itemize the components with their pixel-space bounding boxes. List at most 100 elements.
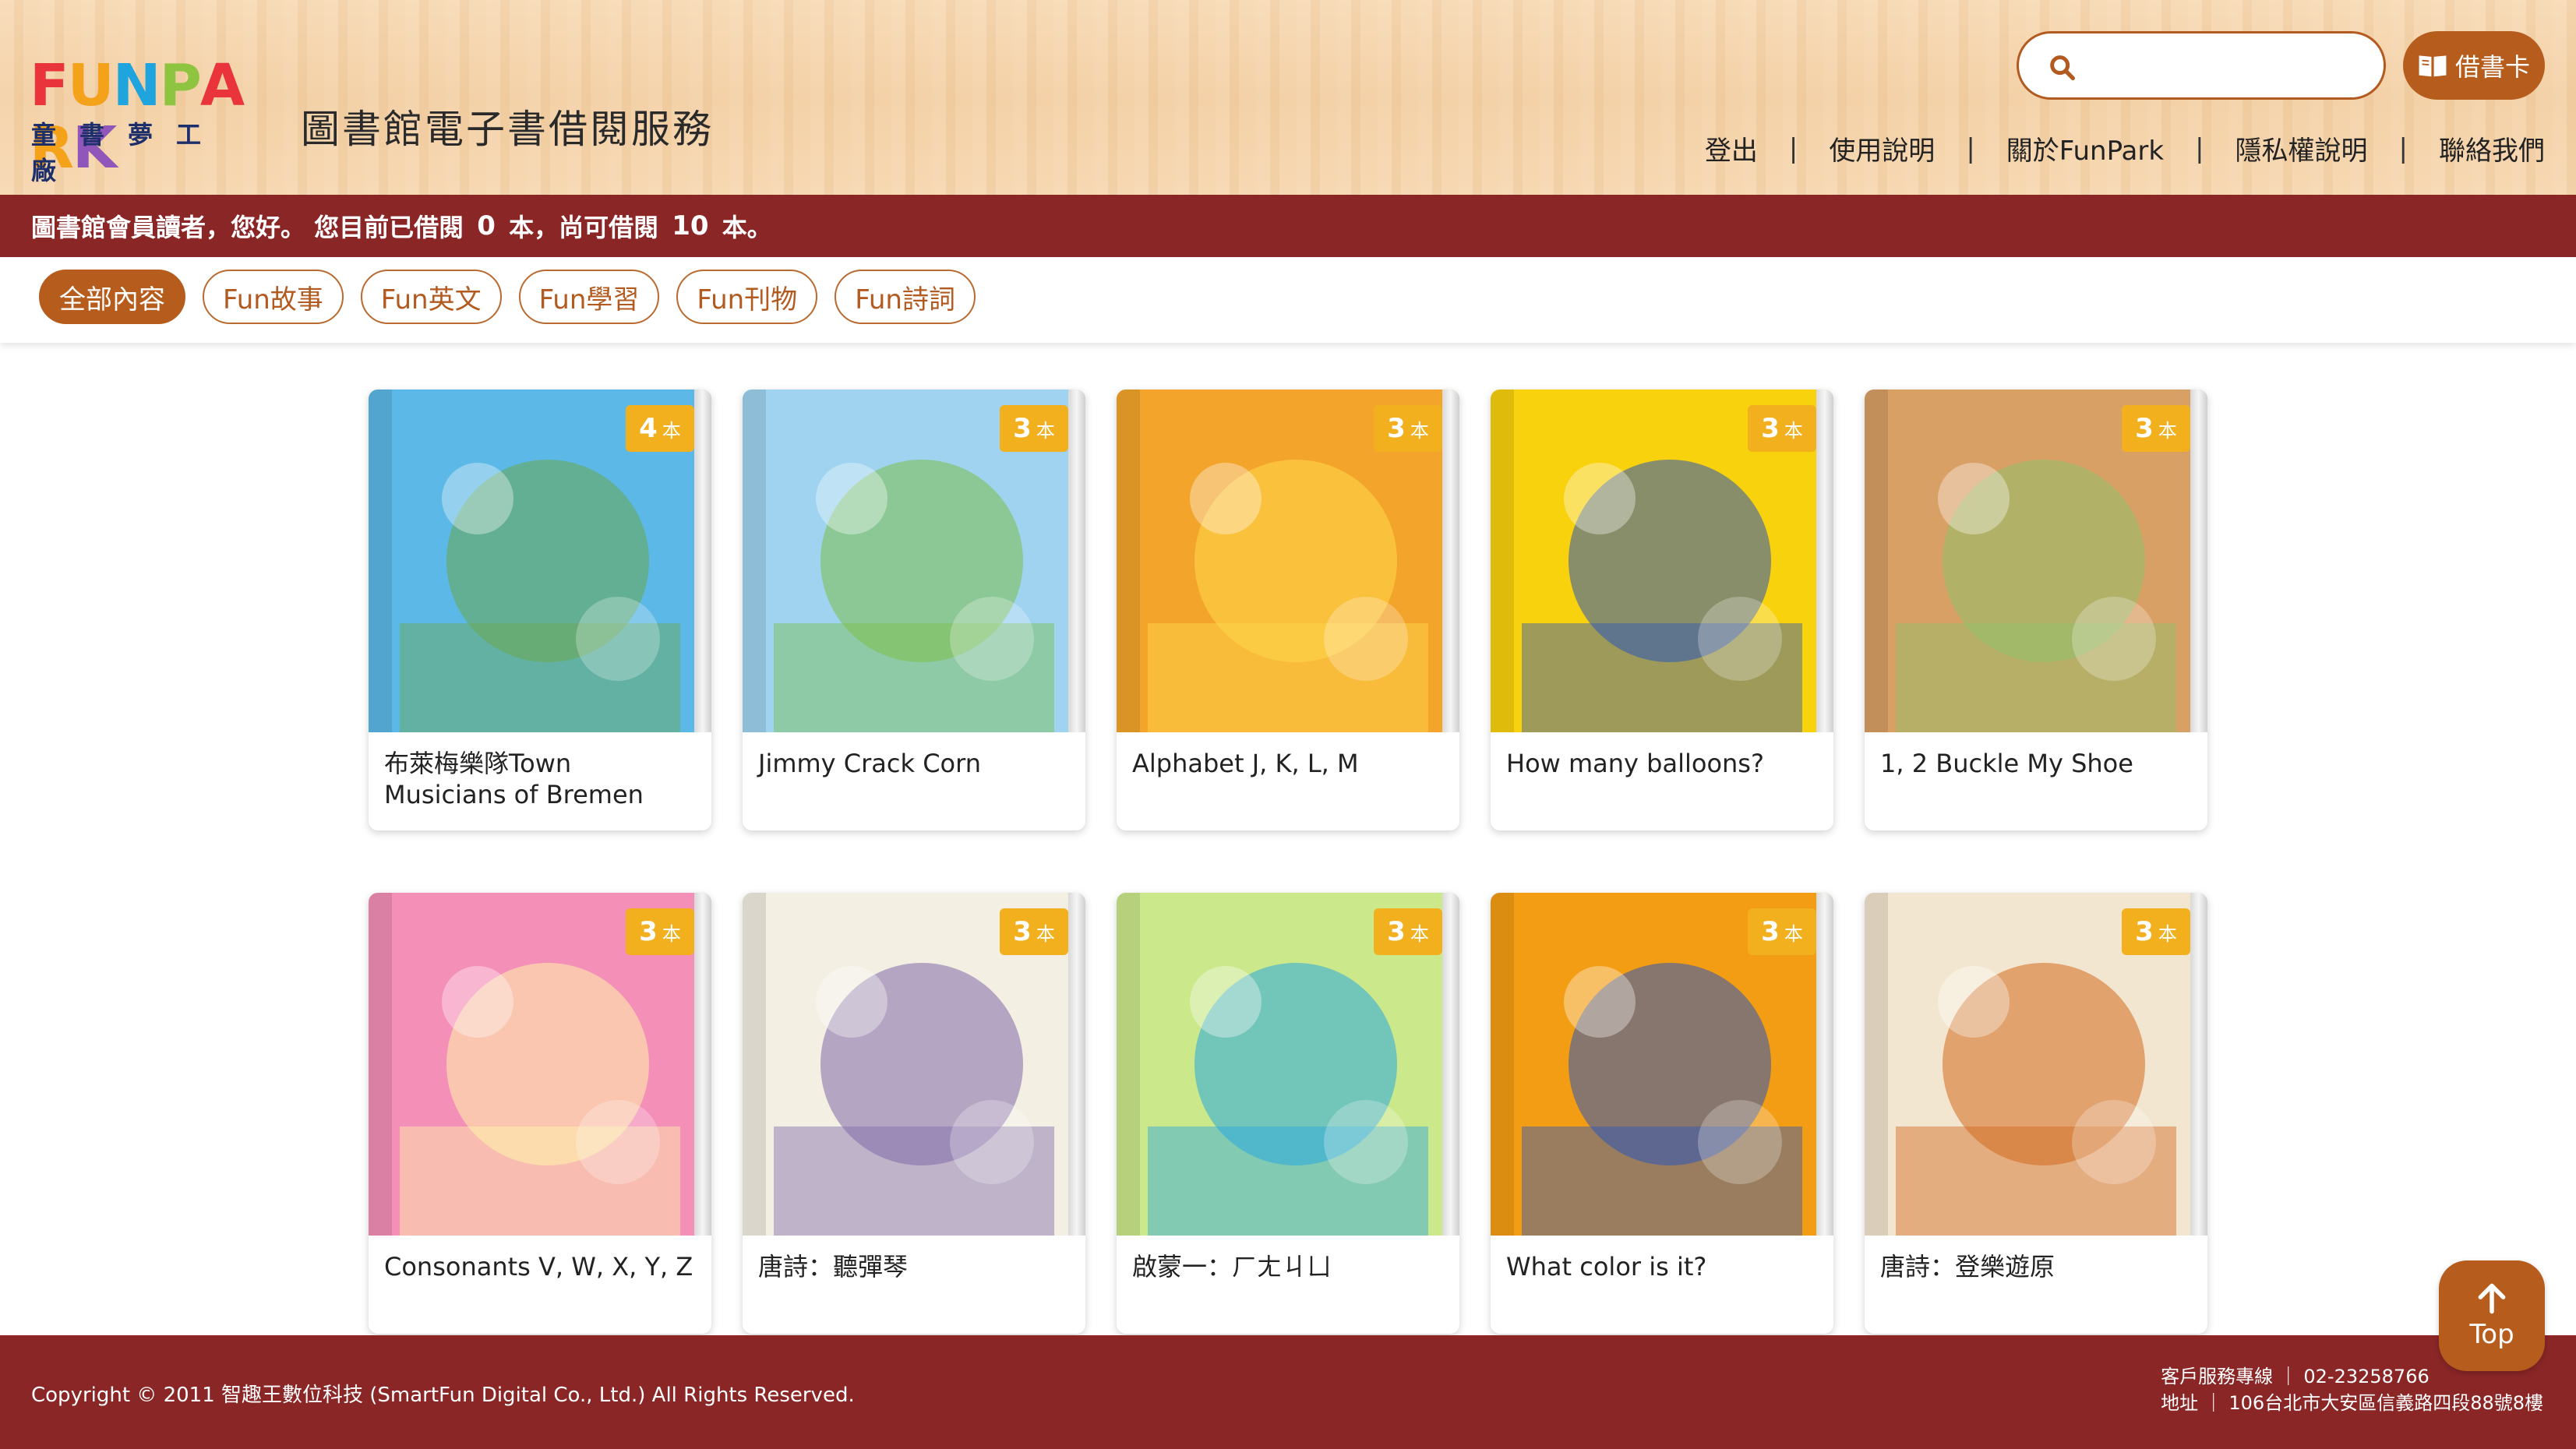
nav-separator: | <box>2398 132 2408 164</box>
logo-subtitle: 童書夢工廠 <box>31 120 225 185</box>
book-page-edge <box>1442 390 1459 732</box>
footer: Copyright © 2011 智趣王數位科技 (SmartFun Digit… <box>0 1335 2576 1449</box>
book-page-edge <box>2190 893 2207 1236</box>
copies-count: 3 <box>2135 916 2154 947</box>
library-card-button[interactable]: 借書卡 <box>2403 31 2545 100</box>
book-card[interactable]: 3 本 What color is it? <box>1491 893 1833 1334</box>
library-card-label: 借書卡 <box>2454 52 2530 82</box>
copies-badge: 3本 <box>1748 908 1816 955</box>
copies-count: 3 <box>1761 413 1780 444</box>
book-title[interactable]: 唐詩：登樂遊原 <box>1880 1251 2192 1282</box>
book-page-edge <box>1816 893 1833 1236</box>
book-title[interactable]: 啟蒙一：ㄏㄤㄐㄩ <box>1132 1251 1444 1282</box>
category-filters: 全部內容 Fun故事 Fun英文 Fun學習 Fun刊物 Fun詩詞 <box>39 270 976 324</box>
top-nav: 登出 | 使用說明 | 關於FunPark | 隱私權說明 | 聯絡我們 <box>1705 129 2545 167</box>
nav-separator: | <box>1966 132 1975 164</box>
filter-chip[interactable]: Fun詩詞 <box>835 270 976 324</box>
nav-separator: | <box>2195 132 2204 164</box>
book-title[interactable]: 唐詩：聽彈琴 <box>758 1251 1070 1282</box>
filter-chip[interactable]: Fun故事 <box>203 270 344 324</box>
category-filter-bar: 全部內容 Fun故事 Fun英文 Fun學習 Fun刊物 Fun詩詞 <box>0 257 2576 343</box>
copies-badge: 3本 <box>1374 908 1442 955</box>
copies-badge: 3本 <box>626 908 694 955</box>
book-card[interactable]: 4 本布萊梅樂隊Town Musicians of Bremen <box>369 390 711 830</box>
book-icon <box>2419 55 2447 77</box>
book-card[interactable]: 3 本唐詩：登樂遊原 <box>1865 893 2207 1334</box>
filter-chip[interactable]: Fun刊物 <box>676 270 818 324</box>
copies-count: 3 <box>1013 413 1032 444</box>
back-to-top-button[interactable]: Top <box>2439 1260 2545 1371</box>
nav-logout[interactable]: 登出 <box>1705 129 1758 167</box>
borrowed-count: 0 <box>477 210 496 242</box>
copies-count: 3 <box>2135 413 2154 444</box>
copies-badge: 3本 <box>1374 405 1442 452</box>
remaining-count: 10 <box>672 210 709 242</box>
book-page-edge <box>1068 893 1085 1236</box>
status-end: 本。 <box>713 213 772 242</box>
nav-help[interactable]: 使用說明 <box>1829 129 1935 167</box>
book-page-edge <box>694 390 711 732</box>
nav-contact[interactable]: 聯絡我們 <box>2439 129 2545 167</box>
book-card[interactable]: 3 本唐詩：聽彈琴 <box>743 893 1085 1334</box>
borrow-status-bar: 圖書館會員讀者，您好。 您目前已借閱 0 本，尚可借閱 10 本。 <box>0 195 2576 257</box>
copies-count: 3 <box>1387 916 1406 947</box>
book-card[interactable]: 3 本 Consonants V, W, X, Y, Z <box>369 893 711 1334</box>
status-greeting: 圖書館會員讀者，您好。 您目前已借閱 <box>31 213 473 242</box>
copies-unit: 本 <box>1784 419 1803 442</box>
filter-chip[interactable]: Fun學習 <box>518 270 660 324</box>
header: FUNPARK 童書夢工廠 圖書館電子書借閱服務 借書卡 登出 | 使用說明 |… <box>0 0 2576 195</box>
book-page-edge <box>1442 893 1459 1236</box>
copies-unit: 本 <box>1036 419 1055 442</box>
search-box[interactable] <box>2017 31 2386 100</box>
copies-badge: 3本 <box>1000 405 1068 452</box>
book-title[interactable]: What color is it? <box>1506 1251 1818 1282</box>
book-page-edge <box>1068 390 1085 732</box>
copies-count: 4 <box>639 413 658 444</box>
site-title: 圖書館電子書借閱服務 <box>301 107 714 152</box>
address: 地址 ｜ 106台北市大安區信義路四段88號8樓 <box>2161 1392 2543 1414</box>
copies-badge: 3本 <box>2122 908 2190 955</box>
copies-unit: 本 <box>2158 419 2177 442</box>
copies-count: 3 <box>1387 413 1406 444</box>
book-page-edge <box>1816 390 1833 732</box>
status-middle: 本，尚可借閱 <box>499 213 668 242</box>
book-title[interactable]: How many balloons? <box>1506 748 1818 779</box>
copies-badge: 3本 <box>1000 908 1068 955</box>
book-title[interactable]: 布萊梅樂隊Town Musicians of Bremen <box>384 748 696 810</box>
copies-badge: 3本 <box>2122 405 2190 452</box>
copies-unit: 本 <box>1036 922 1055 945</box>
book-title[interactable]: Jimmy Crack Corn <box>758 748 1070 779</box>
copies-unit: 本 <box>662 419 681 442</box>
book-card[interactable]: 3 本啟蒙一：ㄏㄤㄐㄩ <box>1117 893 1459 1334</box>
copies-count: 3 <box>639 916 658 947</box>
book-title[interactable]: Consonants V, W, X, Y, Z <box>384 1251 696 1282</box>
book-card[interactable]: 3 本 Alphabet J, K, L, M <box>1117 390 1459 830</box>
book-title[interactable]: 1, 2 Buckle My Shoe <box>1880 748 2192 779</box>
copies-count: 3 <box>1013 916 1032 947</box>
book-title[interactable]: Alphabet J, K, L, M <box>1132 748 1444 779</box>
book-card[interactable]: 3 本 Jimmy Crack Corn <box>743 390 1085 830</box>
copies-badge: 4本 <box>626 405 694 452</box>
book-card[interactable]: 3 本 1, 2 Buckle My Shoe <box>1865 390 2207 830</box>
contact-info: 客戶服務專線 ｜ 02-23258766 地址 ｜ 106台北市大安區信義路四段… <box>2161 1363 2543 1416</box>
copies-unit: 本 <box>1784 922 1803 945</box>
funpark-logo[interactable]: FUNPARK 童書夢工廠 <box>30 55 271 185</box>
arrow-up-icon <box>2478 1283 2506 1314</box>
book-page-edge <box>694 893 711 1236</box>
copies-unit: 本 <box>662 922 681 945</box>
nav-about[interactable]: 關於FunPark <box>2006 129 2164 167</box>
nav-separator: | <box>1788 132 1798 164</box>
filter-chip[interactable]: 全部內容 <box>39 270 185 324</box>
copies-badge: 3本 <box>1748 405 1816 452</box>
search-input[interactable] <box>2094 44 2366 88</box>
book-page-edge <box>2190 390 2207 732</box>
back-to-top-label: Top <box>2469 1319 2514 1350</box>
book-card[interactable]: 3 本 How many balloons? <box>1491 390 1833 830</box>
copies-unit: 本 <box>2158 922 2177 945</box>
nav-privacy[interactable]: 隱私權說明 <box>2235 129 2368 167</box>
copies-unit: 本 <box>1410 922 1429 945</box>
search-icon[interactable] <box>2047 52 2078 83</box>
copies-count: 3 <box>1761 916 1780 947</box>
filter-chip[interactable]: Fun英文 <box>360 270 502 324</box>
copies-unit: 本 <box>1410 419 1429 442</box>
